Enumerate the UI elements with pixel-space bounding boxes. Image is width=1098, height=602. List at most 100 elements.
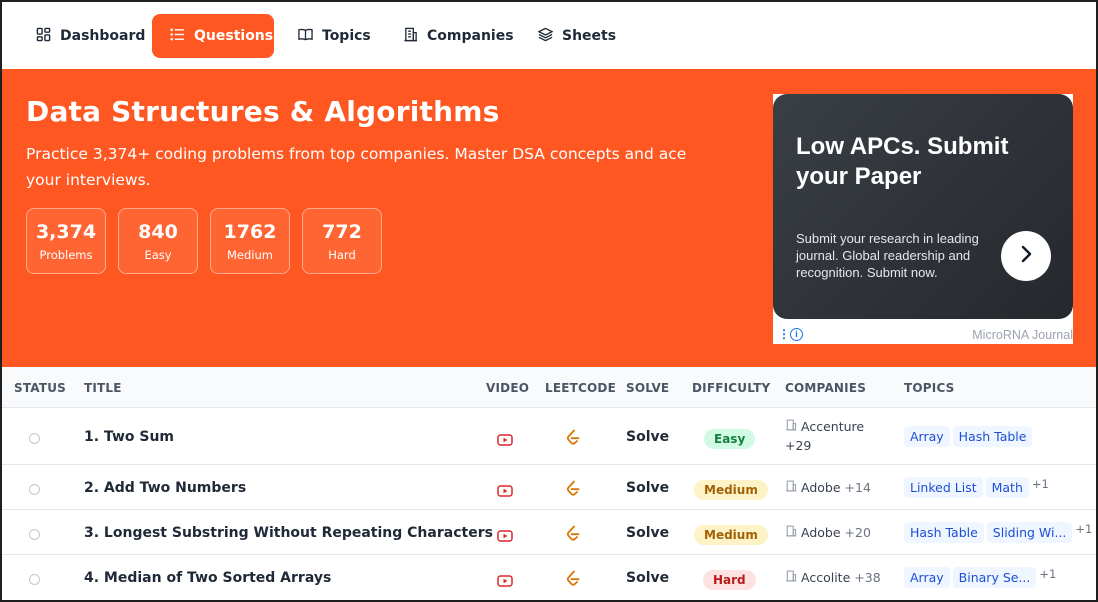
topic-tag[interactable]: Hash Table xyxy=(952,426,1033,447)
difficulty-badge: Medium xyxy=(694,479,768,500)
table-row[interactable]: 2. Add Two Numbers Solve Medium Adobe +1… xyxy=(2,465,1096,510)
header-status[interactable]: STATUS xyxy=(14,381,66,395)
topics-more[interactable]: +1 xyxy=(1032,477,1049,491)
stat-label: Hard xyxy=(328,248,356,262)
company-cell[interactable]: Adobe +14 xyxy=(785,480,871,495)
page-title: Data Structures & Algorithms xyxy=(26,95,500,128)
solve-link[interactable]: Solve xyxy=(626,429,669,445)
stat-hard: 772 Hard xyxy=(302,208,382,274)
topic-tag[interactable]: Array xyxy=(904,567,950,588)
stat-value: 3,374 xyxy=(35,221,97,243)
building-icon xyxy=(785,419,797,434)
nav-companies[interactable]: Companies xyxy=(385,14,532,58)
stat-value: 840 xyxy=(138,221,178,243)
header-companies: COMPANIES xyxy=(785,381,867,395)
ad-brand: MicroRNA Journal xyxy=(972,328,1073,342)
ad-text: Submit your research in leading journal.… xyxy=(796,231,979,280)
topic-tag[interactable]: Hash Table xyxy=(904,522,984,543)
topic-tag[interactable]: Math xyxy=(985,477,1029,498)
nav-questions[interactable]: Questions xyxy=(152,14,274,58)
building-icon xyxy=(403,27,418,46)
leetcode-icon[interactable] xyxy=(565,480,581,501)
header-title[interactable]: TITLE xyxy=(84,381,122,395)
question-title-link[interactable]: 1. Two Sum xyxy=(84,429,174,445)
difficulty-badge: Medium xyxy=(694,524,768,545)
header-topics: TOPICS xyxy=(904,381,955,395)
company-entry: Accolite +38 xyxy=(785,570,881,585)
ad-next-button[interactable] xyxy=(1001,231,1051,281)
solve-link[interactable]: Solve xyxy=(626,480,669,496)
stat-value: 1762 xyxy=(223,221,277,243)
difficulty-label: Easy xyxy=(704,429,756,449)
difficulty-label: Medium xyxy=(694,525,768,545)
advertisement[interactable]: Low APCs. Submit your Paper Submit your … xyxy=(773,94,1073,344)
topic-tag[interactable]: Binary Se... xyxy=(952,567,1037,588)
solve-link[interactable]: Solve xyxy=(626,570,669,586)
stat-problems: 3,374 Problems xyxy=(26,208,106,274)
company-more[interactable]: +38 xyxy=(854,570,880,585)
topic-tag[interactable]: Sliding Wi... xyxy=(986,522,1073,543)
ad-title: Low APCs. Submit your Paper xyxy=(796,133,1009,190)
status-checkbox[interactable] xyxy=(29,484,40,495)
header-solve: SOLVE xyxy=(626,381,670,395)
hero-banner: Data Structures & Algorithms Practice 3,… xyxy=(2,69,1096,367)
table-row[interactable]: 1. Two Sum Solve Easy Accenture +29 Arra… xyxy=(2,408,1096,465)
list-icon xyxy=(170,27,185,46)
ad-card[interactable]: Low APCs. Submit your Paper Submit your … xyxy=(773,94,1073,319)
difficulty-badge: Easy xyxy=(704,428,756,449)
youtube-icon[interactable] xyxy=(497,572,513,591)
status-checkbox[interactable] xyxy=(29,529,40,540)
nav-topics[interactable]: Topics xyxy=(280,14,389,58)
topics-cell: Hash Table Sliding Wi... +1 xyxy=(904,522,1092,543)
stat-label: Medium xyxy=(227,248,273,262)
company-cell[interactable]: Adobe +20 xyxy=(785,525,871,540)
company-entry: Adobe +14 xyxy=(785,480,871,495)
company-cell[interactable]: Accolite +38 xyxy=(785,570,881,585)
nav-dashboard[interactable]: Dashboard xyxy=(18,14,163,58)
topics-more[interactable]: +1 xyxy=(1075,522,1092,536)
topic-tag[interactable]: Array xyxy=(904,426,950,447)
question-title-link[interactable]: 4. Median of Two Sorted Arrays xyxy=(84,570,331,586)
solve-link[interactable]: Solve xyxy=(626,525,669,541)
nav-sheets-label: Sheets xyxy=(562,28,617,44)
company-more[interactable]: +20 xyxy=(845,525,871,540)
building-icon xyxy=(785,480,797,495)
topics-cell: Array Hash Table xyxy=(904,426,1035,447)
header-leetcode: LEETCODE xyxy=(545,381,616,395)
company-more[interactable]: +14 xyxy=(845,480,871,495)
ad-info-icon[interactable]: i xyxy=(790,328,803,341)
leetcode-icon[interactable] xyxy=(565,429,581,450)
topic-tag[interactable]: Linked List xyxy=(904,477,983,498)
stat-medium: 1762 Medium xyxy=(210,208,290,274)
table-row[interactable]: 4. Median of Two Sorted Arrays Solve Har… xyxy=(2,555,1096,600)
youtube-icon[interactable] xyxy=(497,527,513,546)
company-name: Accolite xyxy=(801,570,851,585)
building-icon xyxy=(785,570,797,585)
table-row[interactable]: 3. Longest Substring Without Repeating C… xyxy=(2,510,1096,555)
page-subtitle: Practice 3,374+ coding problems from top… xyxy=(26,145,687,189)
difficulty-badge: Hard xyxy=(703,569,756,590)
ad-footer: ⋮ i MicroRNA Journal xyxy=(773,326,1073,344)
company-cell[interactable]: Accenture +29 xyxy=(785,419,885,453)
table-header: STATUS TITLE VIDEO LEETCODE SOLVE DIFFIC… xyxy=(2,367,1096,408)
ad-options-icon[interactable]: ⋮ xyxy=(778,327,790,341)
question-title-link[interactable]: 2. Add Two Numbers xyxy=(84,480,246,496)
topics-more[interactable]: +1 xyxy=(1039,567,1056,581)
page-frame: Dashboard Questions Topics Companies She… xyxy=(0,0,1098,602)
nav-questions-label: Questions xyxy=(194,28,274,44)
youtube-icon[interactable] xyxy=(497,482,513,501)
status-checkbox[interactable] xyxy=(29,574,40,585)
difficulty-label: Hard xyxy=(703,570,756,590)
header-difficulty[interactable]: DIFFICULTY xyxy=(692,381,770,395)
youtube-icon[interactable] xyxy=(497,431,513,450)
leetcode-icon[interactable] xyxy=(565,525,581,546)
company-more[interactable]: +29 xyxy=(785,438,885,453)
company-name: Adobe xyxy=(801,525,841,540)
difficulty-label: Medium xyxy=(694,480,768,500)
nav-sheets[interactable]: Sheets xyxy=(520,14,634,58)
question-title-link[interactable]: 3. Longest Substring Without Repeating C… xyxy=(84,525,493,541)
nav-topics-label: Topics xyxy=(322,28,371,44)
status-checkbox[interactable] xyxy=(29,433,40,444)
top-nav: Dashboard Questions Topics Companies She… xyxy=(2,2,1096,69)
leetcode-icon[interactable] xyxy=(565,570,581,591)
